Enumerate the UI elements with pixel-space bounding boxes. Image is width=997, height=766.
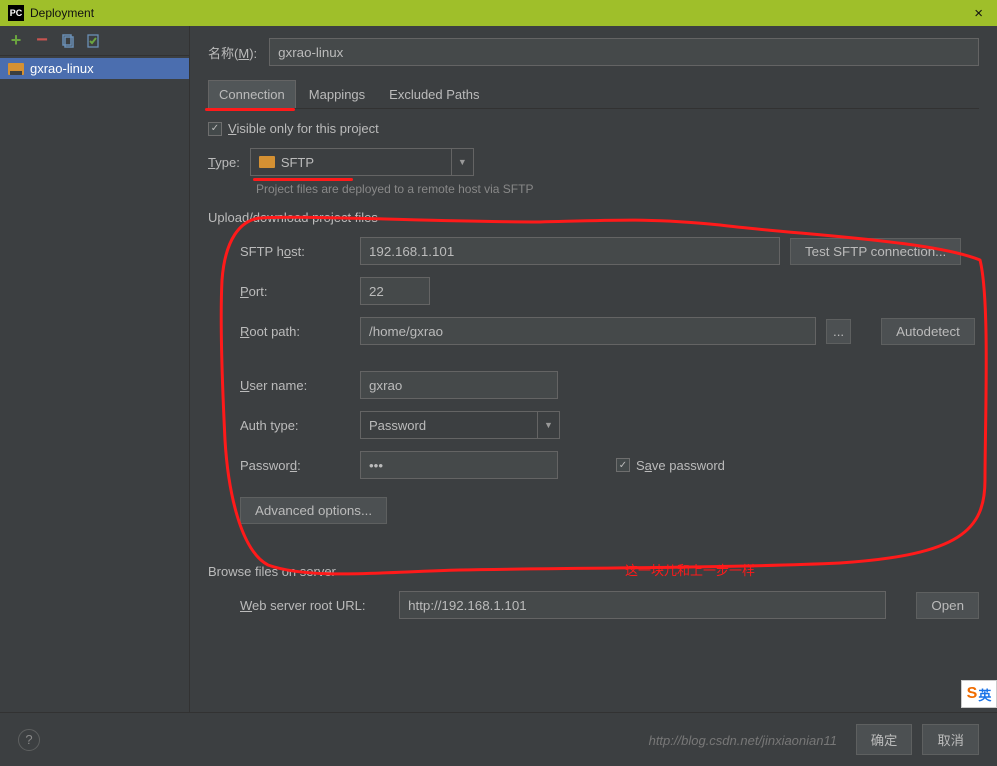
url-label: Web server root URL: [240, 598, 399, 613]
copy-icon[interactable] [60, 33, 76, 49]
bottom-bar: ? 确定 取消 [0, 712, 997, 766]
auth-label: Auth type: [240, 418, 360, 433]
deployment-item-label: gxrao-linux [30, 61, 94, 76]
deployment-item-selected[interactable]: gxrao-linux [0, 58, 189, 79]
browse-root-button[interactable]: ... [826, 319, 851, 344]
main-split: + − gxrao-linux 名称(M): Connection Mappin… [0, 26, 997, 712]
close-button[interactable]: × [968, 5, 989, 22]
ok-button[interactable]: 确定 [856, 724, 913, 755]
tab-connection[interactable]: Connection [208, 80, 296, 108]
help-button[interactable]: ? [18, 729, 40, 751]
save-password-checkbox[interactable]: ✓ [616, 458, 630, 472]
type-value: SFTP [281, 155, 314, 170]
autodetect-button[interactable]: Autodetect [881, 318, 975, 345]
advanced-options-button[interactable]: Advanced options... [240, 497, 387, 524]
upload-group-title: Upload/download project files [208, 210, 979, 225]
app-icon: PC [8, 5, 24, 21]
left-toolbar: + − [0, 26, 189, 56]
type-combo[interactable]: SFTP ▼ [250, 148, 474, 176]
user-input[interactable] [360, 371, 558, 399]
name-label: 名称(M): [208, 43, 257, 62]
visible-only-checkbox[interactable]: ✓ [208, 122, 222, 136]
host-input[interactable] [360, 237, 780, 265]
browse-title: Browse files on server [208, 564, 979, 579]
auth-value: Password [369, 418, 426, 433]
chevron-down-icon: ▼ [451, 149, 473, 175]
sftp-icon [8, 63, 24, 75]
right-panel: 名称(M): Connection Mappings Excluded Path… [190, 26, 997, 712]
type-hint: Project files are deployed to a remote h… [256, 182, 979, 196]
root-label: Root path: [240, 324, 360, 339]
root-input[interactable] [360, 317, 816, 345]
sftp-icon [259, 156, 275, 168]
port-label: Port: [240, 284, 360, 299]
host-label: SFTP host: [240, 244, 360, 259]
titlebar: PC Deployment × [0, 0, 997, 26]
type-label: Type: [208, 155, 240, 170]
auth-combo[interactable]: Password ▼ [360, 411, 560, 439]
url-input[interactable] [399, 591, 886, 619]
open-button[interactable]: Open [916, 592, 979, 619]
user-label: User name: [240, 378, 360, 393]
save-password-label: Save password [636, 458, 725, 473]
password-label: Password: [240, 458, 360, 473]
test-connection-button[interactable]: Test SFTP connection... [790, 238, 961, 265]
left-panel: + − gxrao-linux [0, 26, 190, 712]
visible-only-label: ​Visible only for this project [228, 121, 379, 136]
window-title: Deployment [30, 6, 94, 20]
tab-excluded-paths[interactable]: Excluded Paths [378, 80, 490, 108]
port-input[interactable] [360, 277, 430, 305]
ime-badge: S英 [961, 680, 997, 708]
tab-bar: Connection Mappings Excluded Paths [208, 80, 979, 109]
chevron-down-icon: ▼ [537, 412, 559, 438]
name-input[interactable] [269, 38, 979, 66]
validate-icon[interactable] [86, 33, 102, 49]
remove-icon[interactable]: − [34, 33, 50, 49]
watermark: http://blog.csdn.net/jinxiaonian11 [649, 733, 837, 748]
password-input[interactable] [360, 451, 558, 479]
add-icon[interactable]: + [8, 33, 24, 49]
cancel-button[interactable]: 取消 [922, 724, 979, 755]
tab-mappings[interactable]: Mappings [298, 80, 376, 108]
